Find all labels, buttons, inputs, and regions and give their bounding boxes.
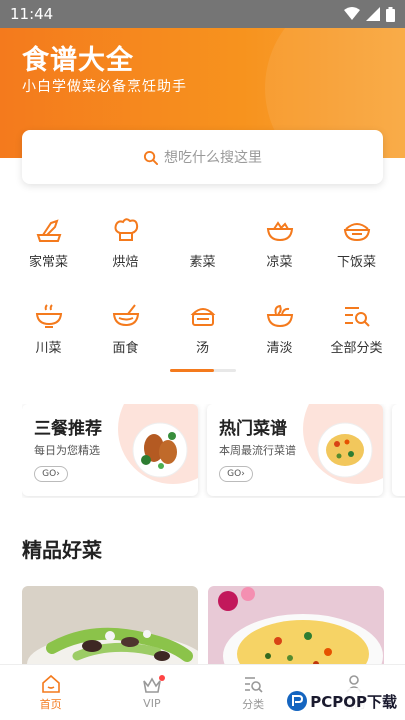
search-placeholder: 想吃什么搜这里 [164, 150, 262, 166]
rice-bowl-icon [342, 215, 372, 245]
dish-row [22, 586, 405, 676]
promo-card-peek[interactable] [392, 404, 405, 496]
category-noodles[interactable]: 面食 [87, 301, 164, 367]
category-label: 川菜 [35, 341, 62, 356]
tab-label: 分类 [242, 697, 265, 711]
notification-dot [159, 675, 166, 681]
battery-icon [386, 6, 395, 22]
app-subtitle: 小白学做菜必备烹饪助手 [22, 79, 187, 95]
tab-home[interactable]: 首页 [0, 665, 101, 720]
dish-photo [22, 586, 198, 676]
promo-card-three-meals[interactable]: 三餐推荐 每日为您精选 GO› [22, 404, 198, 496]
category-label: 下饭菜 [336, 255, 376, 270]
wifi-icon [344, 7, 360, 20]
category-all[interactable]: 全部分类 [318, 301, 395, 367]
signal-icon [366, 7, 380, 21]
promo-row: 三餐推荐 每日为您精选 GO› 热门菜谱 本周最流行菜谱 GO› [22, 404, 405, 498]
category-cold-dishes[interactable]: 凉菜 [241, 215, 318, 281]
category-label: 全部分类 [330, 341, 383, 356]
category-label: 烘焙 [112, 255, 139, 270]
category-vegetarian[interactable]: 素菜 [164, 215, 241, 281]
tab-label: VIP [143, 697, 161, 710]
leaf-bowl-icon [265, 301, 295, 331]
status-time: 11:44 [10, 5, 54, 23]
list-search-icon [342, 301, 372, 331]
watermark: PCPOP下载 [282, 688, 401, 714]
category-label: 清淡 [266, 341, 293, 356]
watermark-text: PCPOP下载 [310, 692, 397, 711]
hot-pot-icon [34, 301, 64, 331]
category-baking[interactable]: 烘焙 [87, 215, 164, 281]
salad-bowl-icon [265, 215, 295, 245]
dish-plate-image [317, 422, 373, 478]
status-icons [344, 6, 395, 22]
category-label: 面食 [112, 341, 139, 356]
dish-card[interactable] [208, 586, 384, 676]
soup-pot-icon [188, 301, 218, 331]
promo-card-popular[interactable]: 热门菜谱 本周最流行菜谱 GO› [207, 404, 383, 496]
cutting-board-icon [34, 215, 64, 245]
category-label: 凉菜 [266, 255, 293, 270]
status-bar: 11:44 [0, 0, 405, 28]
vegetarian-icon-placeholder [188, 215, 218, 245]
home-icon [41, 674, 60, 693]
category-light[interactable]: 清淡 [241, 301, 318, 367]
category-label: 汤 [195, 341, 209, 356]
tab-vip[interactable]: VIP [101, 665, 202, 720]
go-button[interactable]: GO› [219, 466, 253, 482]
category-rice-dishes[interactable]: 下饭菜 [318, 215, 395, 281]
noodle-bowl-icon [111, 301, 141, 331]
app-title: 食谱大全 [22, 45, 134, 76]
search-icon [143, 150, 158, 165]
page-indicator [170, 369, 236, 372]
category-grid: 家常菜 烘焙 素菜 凉菜 下饭菜 川菜 面食 汤 清淡 全部分类 [10, 215, 395, 367]
category-label: 家常菜 [28, 255, 68, 270]
category-icon [245, 676, 263, 693]
category-sichuan[interactable]: 川菜 [10, 301, 87, 367]
category-home-cooking[interactable]: 家常菜 [10, 215, 87, 281]
category-soup[interactable]: 汤 [164, 301, 241, 367]
page-indicator-active [170, 369, 214, 372]
chef-hat-icon [111, 215, 141, 245]
dish-card[interactable] [22, 586, 198, 676]
tab-label: 首页 [39, 697, 62, 711]
section-title: 精品好菜 [22, 538, 102, 562]
search-input[interactable]: 想吃什么搜这里 [22, 130, 383, 184]
pcpop-logo-icon [287, 691, 308, 711]
dish-photo [208, 586, 384, 676]
category-label: 素菜 [189, 255, 216, 270]
dish-plate-image [132, 422, 188, 478]
go-button[interactable]: GO› [34, 466, 68, 482]
